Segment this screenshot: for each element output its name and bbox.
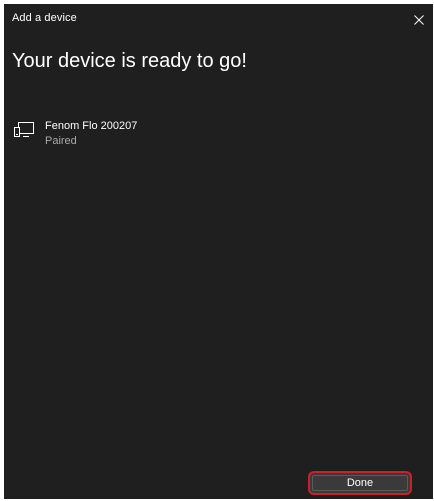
window-title: Add a device: [12, 12, 77, 24]
close-button[interactable]: [405, 8, 433, 32]
title-bar: Add a device: [4, 4, 433, 32]
device-name: Fenom Flo 200207: [45, 120, 138, 132]
close-icon: [414, 15, 424, 25]
device-list-item: Fenom Flo 200207 Paired: [14, 116, 274, 150]
page-title: Your device is ready to go!: [12, 50, 247, 72]
done-button[interactable]: Done: [308, 471, 412, 495]
device-display-icon: [14, 122, 34, 138]
done-button-label: Done: [346, 477, 374, 489]
device-status: Paired: [45, 135, 77, 147]
add-device-dialog: Add a device Your device is ready to go!…: [4, 4, 433, 499]
